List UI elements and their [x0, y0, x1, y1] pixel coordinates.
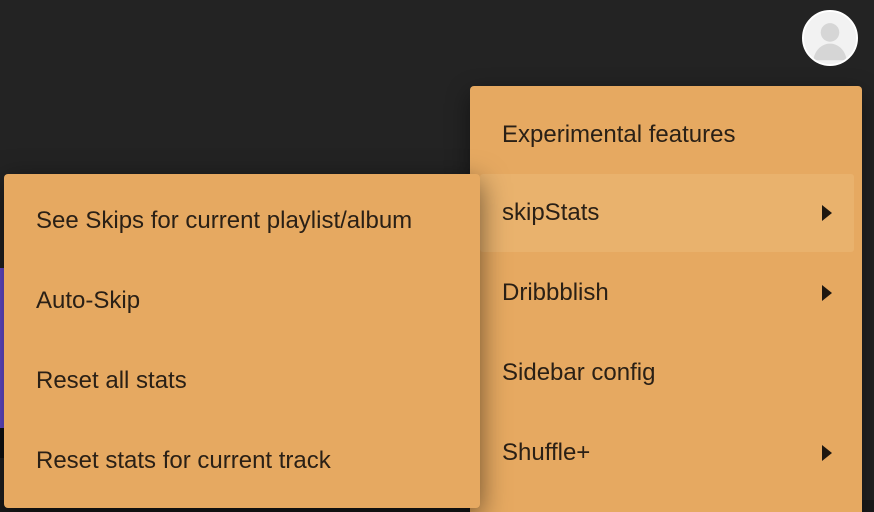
menu-item-label: Experimental features [502, 121, 736, 148]
menu-item-label: Dribbblish [502, 279, 609, 306]
profile-context-menu: Experimental features skipStats Dribbbli… [470, 86, 862, 512]
submenu-item-reset-current-track[interactable]: Reset stats for current track [14, 422, 470, 500]
app-window: Experimental features skipStats Dribbbli… [0, 0, 874, 512]
menu-item-experimental-features[interactable]: Experimental features [480, 96, 854, 174]
menu-item-label: Shuffle+ [502, 439, 591, 466]
submenu-item-auto-skip[interactable]: Auto-Skip [14, 262, 470, 340]
skipstats-submenu: See Skips for current playlist/album Aut… [4, 174, 480, 508]
menu-item-dribbblish[interactable]: Dribbblish [480, 254, 854, 332]
submenu-item-label: Reset stats for current track [36, 447, 331, 474]
menu-item-shuffle-plus[interactable]: Shuffle+ [480, 414, 854, 492]
menu-item-label: Sidebar config [502, 359, 656, 386]
submenu-item-label: Reset all stats [36, 367, 187, 394]
user-avatar-button[interactable] [802, 10, 858, 66]
submenu-item-see-skips[interactable]: See Skips for current playlist/album [14, 182, 470, 260]
menu-item-label: skipStats [502, 199, 600, 226]
submenu-item-reset-all-stats[interactable]: Reset all stats [14, 342, 470, 420]
caret-right-icon [822, 285, 832, 301]
submenu-item-label: Auto-Skip [36, 287, 141, 314]
caret-right-icon [822, 445, 832, 461]
menu-item-sidebar-config[interactable]: Sidebar config [480, 334, 854, 412]
submenu-item-label: See Skips for current playlist/album [36, 207, 413, 234]
user-avatar-icon [804, 12, 856, 64]
caret-right-icon [822, 205, 832, 221]
menu-item-skipstats[interactable]: skipStats [480, 174, 854, 252]
